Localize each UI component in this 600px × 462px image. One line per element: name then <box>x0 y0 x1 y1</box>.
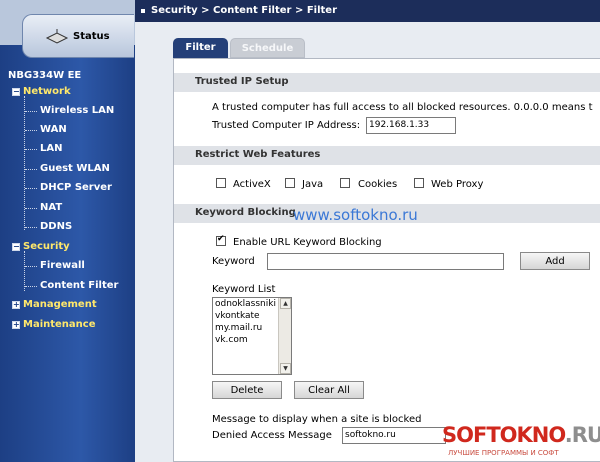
activex-label: ActiveX <box>233 179 271 190</box>
activex-checkbox[interactable] <box>216 178 226 188</box>
trusted-ip-input[interactable]: 192.168.1.33 <box>366 117 456 134</box>
keyword-label: Keyword <box>212 256 255 267</box>
filter-panel: Trusted IP Setup A trusted computer has … <box>173 58 600 462</box>
tree-security[interactable]: − Security <box>12 241 70 252</box>
keyword-input[interactable] <box>267 253 504 270</box>
clear-all-button[interactable]: Clear All <box>294 381 364 399</box>
tree-maintenance[interactable]: + Maintenance <box>12 319 96 330</box>
watermark-subtitle: ЛУЧШИЕ ПРОГРАММЫ И СОФТ <box>448 449 559 457</box>
keyword-list-label: Keyword List <box>212 284 276 295</box>
sidebar-item-firewall[interactable]: Firewall <box>25 260 85 271</box>
sidebar-item-label: DDNS <box>40 221 73 232</box>
scroll-down-icon[interactable]: ▼ <box>280 363 291 374</box>
trusted-ip-label: Trusted Computer IP Address: <box>212 120 361 131</box>
tree-connector <box>24 96 25 230</box>
add-button[interactable]: Add <box>520 252 590 270</box>
trusted-description: A trusted computer has full access to al… <box>212 102 593 113</box>
section-trusted-ip: Trusted IP Setup <box>174 73 600 92</box>
sidebar-item-nat[interactable]: NAT <box>25 202 63 213</box>
cookies-checkbox[interactable] <box>340 178 350 188</box>
section-restrict-web: Restrict Web Features <box>174 146 600 165</box>
sidebar: Status NBG334W EE − Network Wireless LAN… <box>0 0 135 462</box>
sidebar-item-label: DHCP Server <box>40 182 112 193</box>
breadcrumb: Security > Content Filter > Filter <box>135 0 600 22</box>
expand-icon[interactable]: + <box>12 320 20 329</box>
sidebar-item-guest-wlan[interactable]: Guest WLAN <box>25 163 110 174</box>
message-label: Message to display when a site is blocke… <box>212 414 422 425</box>
sidebar-item-ddns[interactable]: DDNS <box>25 221 73 232</box>
sidebar-item-label: Firewall <box>40 260 85 271</box>
router-icon <box>45 29 69 44</box>
sidebar-item-dhcp-server[interactable]: DHCP Server <box>25 182 112 193</box>
collapse-icon[interactable]: − <box>12 87 20 96</box>
watermark-logo-main: SOFTOKNO <box>442 423 566 447</box>
main-content: Filter Schedule Trusted IP Setup A trust… <box>135 22 600 462</box>
keyword-list[interactable]: odnoklassniki vkontkate my.mail.ru vk.co… <box>212 297 292 375</box>
status-button[interactable]: Status <box>22 14 134 58</box>
java-label: Java <box>302 179 324 190</box>
tree-network[interactable]: − Network <box>12 86 71 97</box>
tree-security-label: Security <box>23 241 70 252</box>
denied-message-input[interactable]: softokno.ru <box>342 427 446 444</box>
enable-keyword-label: Enable URL Keyword Blocking <box>233 237 382 248</box>
sidebar-item-label: NAT <box>40 202 63 213</box>
sidebar-item-wireless-lan[interactable]: Wireless LAN <box>25 105 115 116</box>
tree-management-label: Management <box>23 299 97 310</box>
tree-maintenance-label: Maintenance <box>23 319 96 330</box>
sidebar-item-label: Content Filter <box>40 280 119 291</box>
sidebar-item-label: LAN <box>40 143 63 154</box>
denied-message-label: Denied Access Message <box>212 430 332 441</box>
sidebar-item-label: Wireless LAN <box>40 105 115 116</box>
web-proxy-checkbox[interactable] <box>414 178 424 188</box>
expand-icon[interactable]: + <box>12 300 20 309</box>
sidebar-item-wan[interactable]: WAN <box>25 124 67 135</box>
sidebar-item-content-filter[interactable]: Content Filter <box>25 280 119 291</box>
scroll-up-icon[interactable]: ▲ <box>280 298 291 309</box>
keyword-list-scrollbar[interactable]: ▲ ▼ <box>278 298 291 374</box>
tree-network-label: Network <box>23 86 71 97</box>
web-proxy-label: Web Proxy <box>431 179 484 190</box>
delete-button[interactable]: Delete <box>212 381 282 399</box>
watermark-url: www.softokno.ru <box>293 206 418 224</box>
enable-keyword-checkbox[interactable] <box>216 234 226 246</box>
sidebar-item-label: Guest WLAN <box>40 163 110 174</box>
sidebar-item-label: WAN <box>40 124 67 135</box>
watermark-logo: SOFTOKNO.RU <box>442 423 600 447</box>
java-checkbox[interactable] <box>285 178 295 188</box>
status-label: Status <box>73 30 110 42</box>
tab-filter[interactable]: Filter <box>173 38 228 58</box>
device-name: NBG334W EE <box>8 70 82 81</box>
sidebar-item-lan[interactable]: LAN <box>25 143 63 154</box>
watermark-logo-suffix: .RU <box>564 423 600 447</box>
collapse-icon[interactable]: − <box>12 242 20 251</box>
tree-connector <box>24 251 25 291</box>
cookies-label: Cookies <box>358 179 398 190</box>
tree-management[interactable]: + Management <box>12 299 97 310</box>
tab-schedule[interactable]: Schedule <box>230 38 305 58</box>
